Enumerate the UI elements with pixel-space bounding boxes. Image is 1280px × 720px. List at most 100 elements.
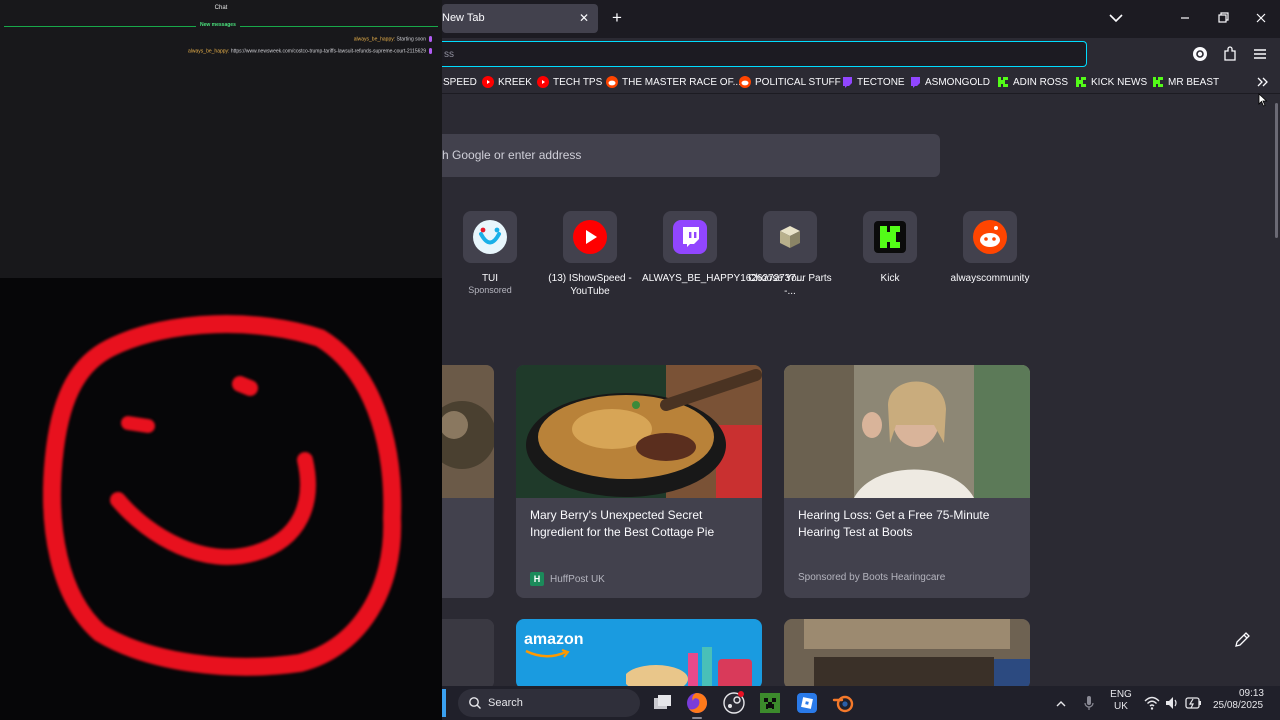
story-source-name: Sponsored by Boots Hearingcare bbox=[798, 572, 946, 583]
bookmark-label: ADIN ROSS bbox=[1013, 76, 1069, 88]
steam-icon[interactable] bbox=[722, 691, 746, 715]
bookmark-label: KICK NEWS bbox=[1091, 76, 1148, 88]
account-icon[interactable] bbox=[1191, 45, 1209, 63]
shortcut-label: Choose Your Parts -... bbox=[748, 273, 832, 297]
bookmark-label: TECTONE bbox=[857, 76, 905, 88]
close-window-icon[interactable] bbox=[1252, 9, 1270, 27]
search-placeholder: h Google or enter address bbox=[442, 148, 582, 162]
clock[interactable]: 09:13 25/08/2025 bbox=[1208, 688, 1268, 712]
shortcut-ishowspeed[interactable]: (13) IShowSpeed - YouTube bbox=[542, 211, 638, 303]
bookmark-adin-ross[interactable]: ADIN ROSS bbox=[997, 75, 1068, 89]
bookmark-asmongold[interactable]: ASMONGOLD bbox=[909, 75, 990, 89]
active-app-indicator bbox=[692, 717, 702, 719]
address-bar[interactable]: ss bbox=[442, 41, 1087, 67]
language-indicator[interactable]: ENG UK bbox=[1106, 689, 1136, 713]
taskbar-search[interactable]: Search bbox=[458, 689, 640, 717]
bookmark-label: POLITICAL STUFF bbox=[755, 76, 841, 88]
amazon-smile-icon bbox=[525, 649, 570, 658]
minimize-icon[interactable] bbox=[1176, 9, 1194, 27]
shortcut-tile bbox=[963, 211, 1017, 263]
bookmark-label: MR BEAST bbox=[1168, 76, 1220, 88]
shortcut-reddit[interactable]: alwayscommunity bbox=[942, 211, 1038, 303]
bookmark-label: TECH TPS bbox=[553, 76, 603, 88]
nav-toolbar: ss bbox=[442, 38, 1280, 70]
story-image bbox=[442, 619, 494, 686]
bookmark-tech-tps[interactable]: TECH TPS bbox=[537, 75, 602, 89]
microphone-icon[interactable] bbox=[1082, 695, 1096, 711]
story-source-name: HuffPost UK bbox=[550, 573, 605, 585]
chevron-up-icon[interactable] bbox=[1054, 697, 1068, 711]
story-card-cottage-pie[interactable]: Mary Berry's Unexpected Secret Ingredien… bbox=[516, 365, 762, 598]
shortcut-twitch-channel[interactable]: ALWAYS_BE_HAPPY1626272737... bbox=[642, 211, 804, 303]
youtube-icon bbox=[573, 220, 607, 254]
task-view-icon[interactable] bbox=[650, 691, 674, 715]
close-tab-icon[interactable]: ✕ bbox=[576, 10, 592, 26]
bookmark-speed[interactable]: SPEED bbox=[443, 75, 477, 89]
list-all-tabs-icon[interactable] bbox=[1107, 9, 1125, 27]
story-card-boots-hearing[interactable]: Hearing Loss: Get a Free 75-Minute Heari… bbox=[784, 365, 1030, 598]
menu-icon[interactable] bbox=[1251, 45, 1269, 63]
bookmark-label: KREEK bbox=[498, 76, 532, 88]
chat-message: always_be_happy: Starting soon bbox=[354, 36, 432, 42]
shortcut-label: alwayscommunity bbox=[950, 273, 1030, 284]
firefox-window: New Tab ✕ + ss SPEED KREEK TECH TPS THE … bbox=[442, 0, 1280, 686]
youtube-icon bbox=[482, 76, 494, 88]
chevron-double-right-icon[interactable] bbox=[1255, 75, 1269, 89]
tab-new-tab[interactable]: New Tab ✕ bbox=[442, 4, 598, 33]
story-image bbox=[442, 365, 494, 498]
clock-time: 09:13 bbox=[1238, 688, 1264, 699]
mouse-cursor-icon bbox=[1258, 93, 1268, 107]
wifi-icon[interactable] bbox=[1144, 695, 1160, 711]
bookmark-kreek[interactable]: KREEK bbox=[482, 75, 532, 89]
story-card-ruins[interactable] bbox=[784, 619, 1030, 686]
battery-icon[interactable] bbox=[1184, 695, 1202, 711]
kick-icon bbox=[1153, 77, 1163, 87]
pencil-edit-icon[interactable] bbox=[1227, 625, 1257, 655]
story-image bbox=[516, 365, 762, 498]
keyboard-layout: UK bbox=[1114, 701, 1128, 712]
new-tab-button[interactable]: + bbox=[608, 9, 626, 27]
bookmark-political-stuff[interactable]: POLITICAL STUFF bbox=[739, 75, 841, 89]
shortcut-tile bbox=[563, 211, 617, 263]
huffpost-icon: H bbox=[530, 572, 544, 586]
story-image bbox=[784, 365, 1030, 498]
story-card-partial[interactable]: s bbox=[442, 365, 494, 598]
story-card-partial-2[interactable] bbox=[442, 619, 494, 686]
extensions-icon[interactable] bbox=[1221, 45, 1239, 63]
google-search-box[interactable]: h Google or enter address bbox=[442, 134, 940, 177]
minecraft-icon[interactable] bbox=[758, 691, 782, 715]
volume-icon[interactable] bbox=[1164, 695, 1180, 711]
chat-text: Starting soon bbox=[395, 36, 426, 43]
chat-title: Chat bbox=[214, 5, 228, 11]
pcpartpicker-icon bbox=[780, 226, 800, 248]
page-scrollbar[interactable] bbox=[1275, 103, 1278, 238]
clock-date: 25/08/2025 bbox=[1212, 700, 1264, 711]
screen: Chat New messages always_be_happy: Start… bbox=[0, 0, 1280, 720]
stream-chat-panel: Chat New messages always_be_happy: Start… bbox=[0, 0, 442, 278]
shortcut-kick[interactable]: Kick bbox=[842, 211, 938, 303]
story-image bbox=[784, 619, 1030, 686]
start-button-fragment[interactable] bbox=[442, 689, 446, 717]
story-source: Sponsored by Boots Hearingcare bbox=[798, 572, 945, 583]
bookmark-kick-news[interactable]: KICK NEWS bbox=[1075, 75, 1147, 89]
bookmark-label: THE MASTER RACE OF... bbox=[622, 76, 741, 88]
roblox-studio-icon[interactable] bbox=[795, 691, 819, 715]
webcam-panel bbox=[0, 278, 442, 720]
bookmark-tectone[interactable]: TECTONE bbox=[841, 75, 905, 89]
story-card-amazon[interactable]: amazon bbox=[516, 619, 762, 686]
bookmark-master-race[interactable]: THE MASTER RACE OF... bbox=[606, 75, 741, 89]
shortcut-tile bbox=[663, 211, 717, 263]
shortcut-tui[interactable]: TUI Sponsored bbox=[442, 211, 538, 303]
windows-taskbar: Search ENG UK 09:13 25/08/2025 bbox=[442, 686, 1280, 720]
restore-icon[interactable] bbox=[1214, 9, 1232, 27]
smiley-drawing bbox=[43, 315, 402, 676]
search-icon bbox=[469, 697, 481, 709]
shortcut-pcpartpicker[interactable]: Choose Your Parts -... bbox=[742, 211, 838, 303]
chat-username: always_be_happy: bbox=[188, 48, 230, 55]
firefox-icon[interactable] bbox=[685, 691, 709, 715]
bookmark-mr-beast[interactable]: MR BEAST bbox=[1152, 75, 1219, 89]
new-messages-label: New messages bbox=[196, 22, 240, 28]
story-headline: Mary Berry's Unexpected Secret Ingredien… bbox=[530, 508, 715, 539]
blender-icon[interactable] bbox=[832, 691, 856, 715]
tui-icon bbox=[473, 220, 507, 254]
